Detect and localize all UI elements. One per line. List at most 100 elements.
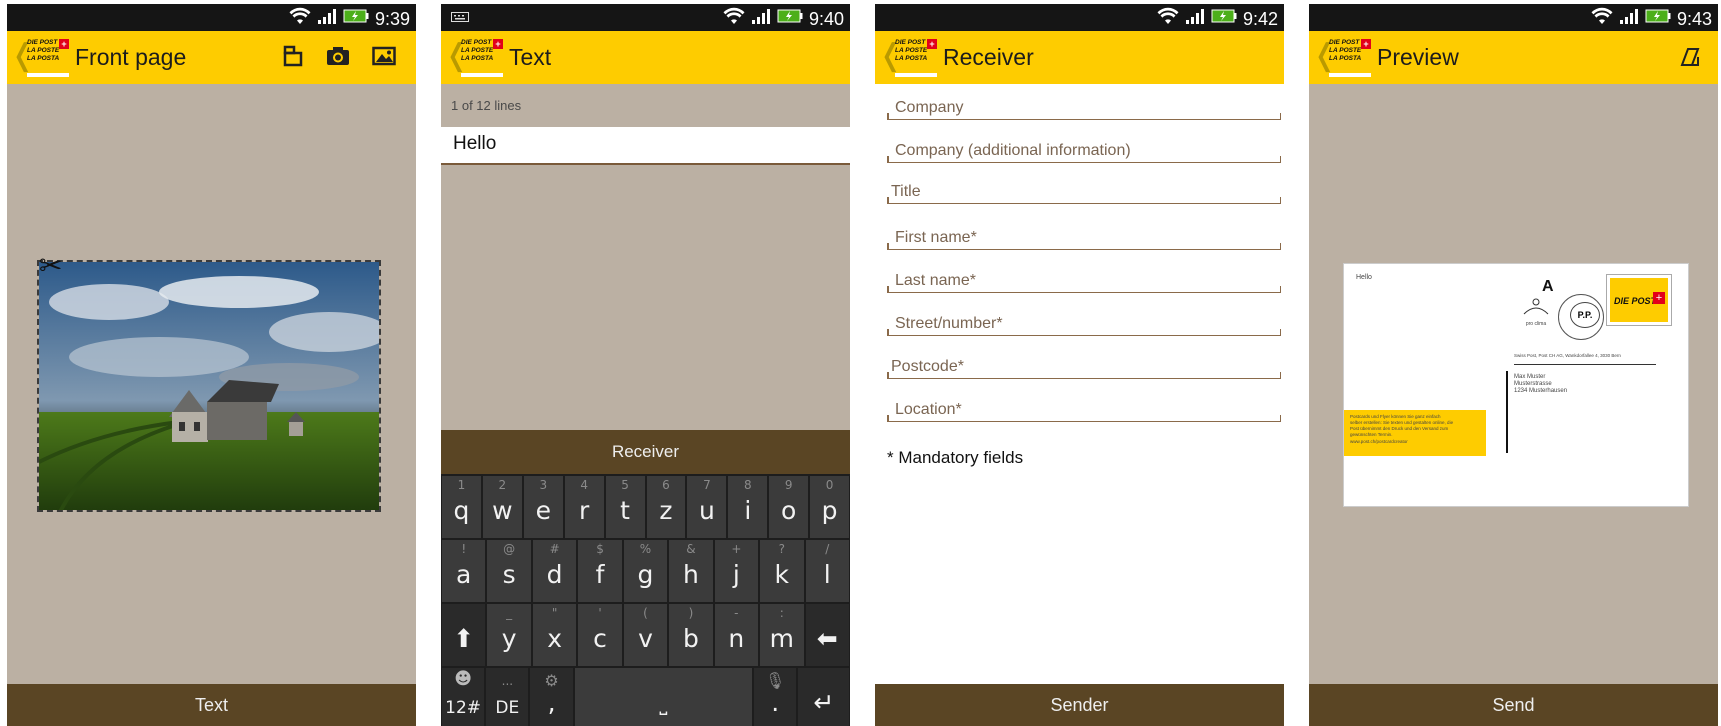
address-line: 1234 Musterhausen [1514, 388, 1568, 394]
backspace-key[interactable]: ⬅ [805, 604, 849, 666]
keyboard: 1q2w3e4r5t6z7u8i9o0p ! a @ s # d $ f% g & h + j? k / l … [441, 474, 850, 726]
key-label: j [732, 560, 740, 589]
key-o[interactable]: 9o [769, 476, 809, 538]
comma-key[interactable]: ⚙, [530, 668, 573, 726]
key-s[interactable]: @ s [487, 540, 531, 602]
key-label: w [492, 496, 513, 525]
postcode-field[interactable]: Postcode* [887, 357, 1281, 379]
post-logo[interactable]: DIE POST LA POSTE LA POSTA + [27, 39, 69, 77]
key-z[interactable]: 6z [646, 476, 686, 538]
status-bar: 9:40 [441, 4, 850, 31]
key-m[interactable]: :m [760, 604, 804, 666]
key-label: r [579, 496, 590, 525]
keyboard-icon [451, 12, 469, 25]
sender-button[interactable]: Sender [875, 684, 1284, 726]
key-q[interactable]: 1q [442, 476, 481, 538]
signal-icon [751, 8, 771, 29]
key-w[interactable]: 2w [482, 476, 522, 538]
key-j[interactable]: + j [714, 540, 759, 602]
status-time: 9:40 [808, 8, 844, 29]
receiver-form: Company Company (additional information)… [875, 84, 1284, 684]
camera-icon[interactable] [326, 45, 350, 67]
enter-key[interactable]: ↵ [798, 668, 850, 726]
language-key[interactable]: ... DE [486, 668, 529, 726]
key-alt-label: : [779, 606, 784, 620]
pro-clima-logo: pro clima [1520, 296, 1552, 327]
key-x[interactable]: " x [532, 604, 577, 666]
location-field[interactable]: Location* [887, 400, 1281, 422]
page-title: Receiver [943, 44, 1034, 70]
status-time: 9:39 [374, 8, 410, 29]
key-k[interactable]: ? k [760, 540, 804, 602]
key-alt-label: 3 [539, 478, 548, 492]
key-f[interactable]: $ f [578, 540, 622, 602]
key-t[interactable]: 5t [605, 476, 645, 538]
logo-line: LA POSTA [1329, 55, 1362, 62]
address-divider [1514, 364, 1656, 365]
shift-key[interactable]: ⬆ [442, 604, 486, 666]
key-y[interactable]: _ y [487, 604, 531, 666]
key-alt-label: ! [461, 542, 467, 556]
key-p[interactable]: 0p [810, 476, 850, 538]
status-bar: 9:42 [875, 4, 1284, 31]
battery-icon [1211, 9, 1237, 28]
key-label: v [638, 624, 653, 653]
first-name-field[interactable]: First name* [887, 228, 1281, 250]
key-a[interactable]: ! a [442, 540, 486, 602]
period-key[interactable]: 🎙. [754, 668, 797, 726]
key-l[interactable]: / l [805, 540, 849, 602]
emoji-symbols-key[interactable]: ☻ 12# [442, 668, 485, 726]
key-alt-label: & [686, 542, 696, 556]
swiss-cross-icon: + [927, 39, 937, 49]
swiss-cross-icon: + [59, 39, 69, 49]
post-logo[interactable]: DIE POST LA POSTE LA POSTA + [461, 39, 503, 77]
key-b[interactable]: ) b [669, 604, 713, 666]
key-h[interactable]: & h [669, 540, 713, 602]
title-select[interactable]: Title [887, 182, 1281, 204]
logo-line: LA POSTA [895, 55, 928, 62]
status-bar: 9:43 [1309, 4, 1718, 31]
app-bar: ❬ DIE POST LA POSTE LA POSTA + Receiver [875, 31, 1284, 84]
key-d[interactable]: # d [532, 540, 577, 602]
wifi-icon [289, 7, 311, 30]
phone-front-page: 9:39 ❬ DIE POST LA POSTE LA POSTA + Fron… [7, 4, 416, 726]
address-bar [1506, 371, 1508, 453]
emoji-icon: ☻ [454, 669, 472, 689]
front-photo[interactable] [37, 260, 381, 512]
app-bar: ❬ DIE POST LA POSTE LA POSTA + Front pag… [7, 31, 416, 84]
key-v[interactable]: (v [623, 604, 668, 666]
key-alt-label: ' [598, 606, 602, 620]
send-button[interactable]: Send [1309, 684, 1718, 726]
layout-icon[interactable] [282, 45, 304, 67]
space-key[interactable]: ⎵ [574, 668, 753, 726]
post-logo[interactable]: DIE POST LA POSTE LA POSTA + [895, 39, 937, 77]
swiss-cross-icon: + [1361, 39, 1371, 49]
key-e[interactable]: 3e [523, 476, 563, 538]
recipient-address: Max Muster Musterstrasse 1234 Musterhaus… [1514, 374, 1567, 395]
flip-card-icon[interactable] [1678, 45, 1702, 69]
key-n[interactable]: -n [714, 604, 759, 666]
wifi-icon [723, 7, 745, 30]
scissors-icon[interactable]: ✂ [39, 252, 62, 280]
receiver-button[interactable]: Receiver [441, 430, 850, 474]
message-input[interactable]: Hello [441, 127, 850, 165]
street-field[interactable]: Street/number* [887, 314, 1281, 336]
text-button[interactable]: Text [7, 684, 416, 726]
comma-label: , [547, 688, 556, 717]
key-r[interactable]: 4r [564, 476, 604, 538]
company-additional-field[interactable]: Company (additional information) [887, 141, 1281, 163]
key-label: p [821, 496, 838, 525]
post-logo[interactable]: DIE POST LA POSTE LA POSTA + [1329, 39, 1371, 77]
key-alt-label: ? [778, 542, 785, 556]
key-c[interactable]: ' c [578, 604, 622, 666]
logo-line: LA POSTA [461, 55, 494, 62]
postcard-preview: Hello A pro clima P.P. DIE POST + Swiss … [1343, 263, 1689, 507]
last-name-field[interactable]: Last name* [887, 271, 1281, 293]
key-u[interactable]: 7u [687, 476, 727, 538]
key-i[interactable]: 8i [728, 476, 768, 538]
post-stamp: DIE POST + [1606, 274, 1672, 326]
image-icon[interactable] [372, 45, 396, 67]
company-field[interactable]: Company [887, 98, 1281, 120]
symbols-label: 12# [445, 698, 482, 718]
key-g[interactable]: % g [623, 540, 668, 602]
